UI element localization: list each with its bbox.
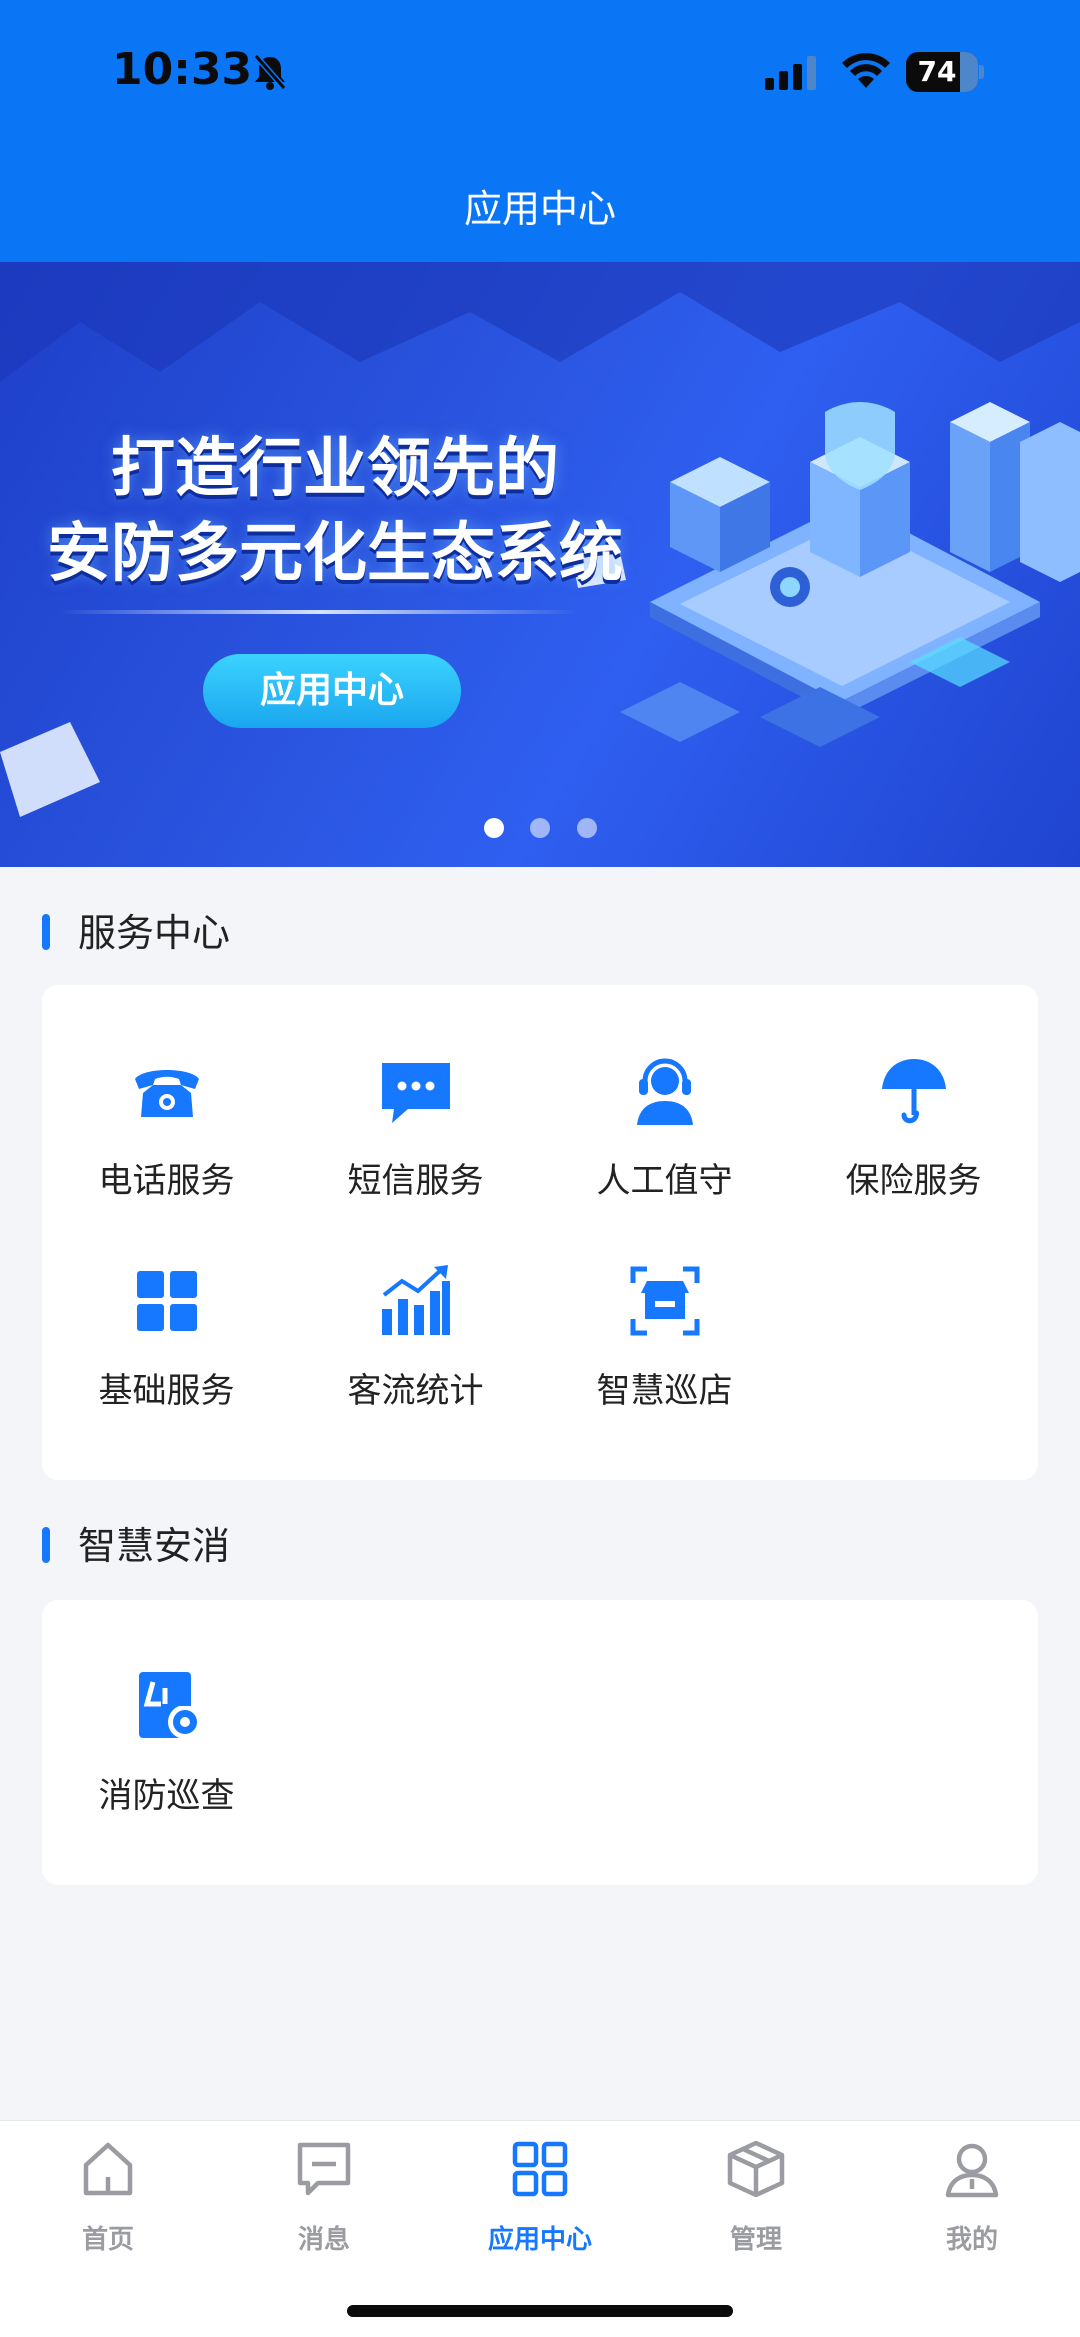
tab-label: 我的 bbox=[945, 2225, 998, 2255]
service-label: 保险服务 bbox=[845, 1161, 982, 1201]
message-icon bbox=[297, 2142, 351, 2196]
banner-divider bbox=[60, 610, 580, 614]
wifi-icon bbox=[842, 53, 890, 88]
status-time: 10:33 bbox=[112, 44, 253, 95]
apps-icon bbox=[512, 2141, 568, 2197]
umbrella-icon bbox=[882, 1059, 946, 1124]
service-tile-insurance[interactable]: 保险服务 bbox=[789, 1053, 1038, 1233]
headset-agent-icon bbox=[637, 1058, 693, 1125]
page-title: 应用中心 bbox=[463, 187, 616, 231]
fire-inspection-icon bbox=[139, 1672, 202, 1739]
bar-chart-icon bbox=[382, 1265, 450, 1335]
banner-headline-line2: 安防多元化生态系统 bbox=[47, 517, 623, 591]
store-scan-icon bbox=[630, 1266, 700, 1336]
battery-level: 74 bbox=[917, 55, 957, 88]
tab-management[interactable]: 管理 bbox=[648, 2139, 864, 2259]
tab-label: 管理 bbox=[729, 2225, 782, 2255]
section-title: 服务中心 bbox=[78, 911, 231, 955]
service-tile-fire-inspection[interactable]: 消防巡查 bbox=[42, 1668, 291, 1848]
battery-indicator: 74 bbox=[906, 52, 984, 92]
home-indicator[interactable] bbox=[347, 2305, 733, 2317]
promo-banner[interactable]: 打造行业领先的 安防多元化生态系统 应用中心 bbox=[0, 262, 1080, 867]
smart-fire-section-header: 智慧安消 bbox=[42, 1513, 442, 1573]
service-tile-smart-patrol[interactable]: 智慧巡店 bbox=[540, 1263, 789, 1443]
smart-fire-card: 消防巡查 bbox=[42, 1600, 1038, 1885]
banner-pagination bbox=[0, 818, 1080, 840]
service-label: 客流统计 bbox=[347, 1371, 484, 1411]
service-label: 消防巡查 bbox=[98, 1776, 235, 1816]
banner-headline-line1: 打造行业领先的 bbox=[111, 432, 559, 506]
service-center-card: 电话服务 短信服务 人工值守 保险服务 基础服务 客流统计 智慧巡店 bbox=[42, 985, 1038, 1480]
tab-label: 首页 bbox=[81, 2225, 134, 2255]
tab-profile[interactable]: 我的 bbox=[864, 2139, 1080, 2259]
cellular-signal-icon bbox=[765, 56, 816, 90]
service-tile-sms[interactable]: 短信服务 bbox=[291, 1053, 540, 1233]
service-tile-phone[interactable]: 电话服务 bbox=[42, 1053, 291, 1233]
service-tile-manual-watch[interactable]: 人工值守 bbox=[540, 1053, 789, 1233]
service-tile-traffic-stats[interactable]: 客流统计 bbox=[291, 1263, 540, 1443]
section-title: 智慧安消 bbox=[78, 1524, 231, 1568]
service-label: 基础服务 bbox=[98, 1371, 235, 1411]
home-icon bbox=[83, 2142, 133, 2196]
status-bar: 10:33 74 bbox=[0, 0, 1080, 150]
floating-paper-decoration bbox=[0, 722, 100, 817]
service-label: 人工值守 bbox=[596, 1161, 733, 1201]
tab-messages[interactable]: 消息 bbox=[216, 2139, 432, 2259]
service-label: 智慧巡店 bbox=[596, 1371, 733, 1411]
tab-app-center[interactable]: 应用中心 bbox=[432, 2139, 648, 2259]
tab-label: 消息 bbox=[297, 2225, 350, 2255]
box-icon bbox=[727, 2140, 785, 2198]
user-icon bbox=[945, 2143, 999, 2198]
service-label: 电话服务 bbox=[98, 1161, 235, 1201]
nav-header: 应用中心 bbox=[0, 150, 1080, 262]
tab-label: 应用中心 bbox=[487, 2225, 592, 2255]
banner-app-center-button[interactable]: 应用中心 bbox=[203, 654, 461, 728]
smart-security-isometric-illustration bbox=[620, 402, 1080, 747]
sms-icon bbox=[382, 1063, 450, 1123]
bell-muted-icon bbox=[253, 54, 287, 90]
section-accent-bar bbox=[42, 1527, 50, 1563]
pagination-dot-2[interactable] bbox=[530, 818, 550, 838]
service-label: 短信服务 bbox=[347, 1161, 484, 1201]
pagination-dot-1[interactable] bbox=[484, 818, 504, 838]
pagination-dot-3[interactable] bbox=[577, 818, 597, 838]
service-center-section-header: 服务中心 bbox=[42, 900, 442, 960]
tab-home[interactable]: 首页 bbox=[0, 2139, 216, 2259]
section-accent-bar bbox=[42, 914, 50, 950]
service-tile-basic[interactable]: 基础服务 bbox=[42, 1263, 291, 1443]
telephone-icon bbox=[135, 1070, 199, 1117]
grid-icon bbox=[137, 1271, 197, 1331]
